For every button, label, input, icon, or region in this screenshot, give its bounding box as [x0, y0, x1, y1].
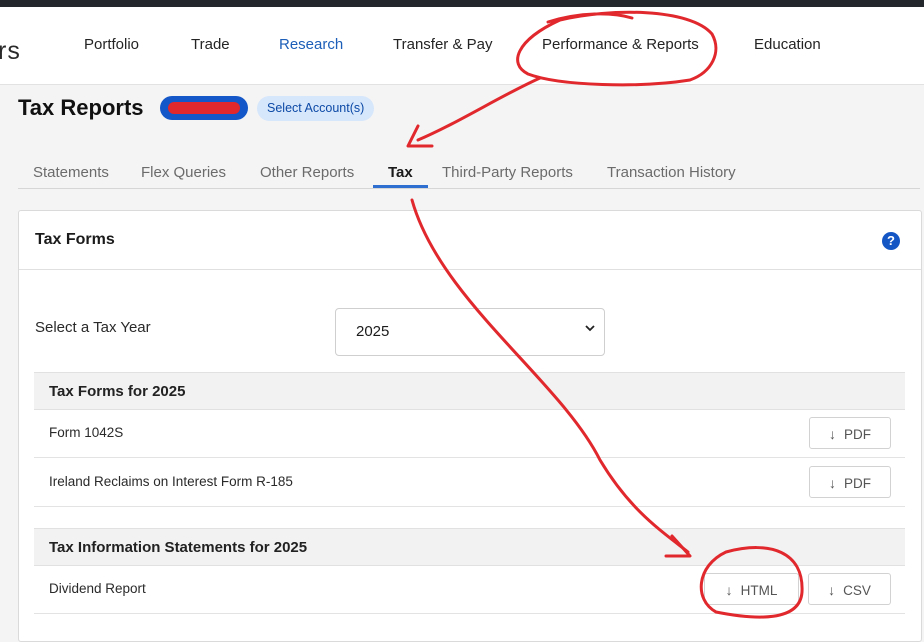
main-nav: rs Portfolio Trade Research Transfer & P… — [0, 7, 924, 85]
card-header: Tax Forms ? — [19, 211, 921, 270]
select-accounts-button[interactable]: Select Account(s) — [257, 96, 375, 121]
download-csv-button[interactable]: ↓ CSV — [808, 573, 891, 605]
download-arrow-icon: ↓ — [725, 582, 733, 598]
brand-logo-fragment: rs — [0, 37, 21, 65]
form-label: Form 1042S — [49, 425, 124, 440]
tab-tax[interactable]: Tax — [388, 164, 413, 181]
button-label: PDF — [844, 476, 871, 491]
nav-item-education[interactable]: Education — [754, 36, 821, 53]
card-title: Tax Forms — [35, 231, 115, 248]
table-row: Ireland Reclaims on Interest Form R-185 … — [34, 458, 905, 507]
active-tab-underline — [373, 185, 428, 188]
account-pill-redacted[interactable] — [160, 96, 248, 120]
download-pdf-button[interactable]: ↓ PDF — [809, 466, 891, 498]
report-label: Dividend Report — [49, 581, 146, 596]
tab-flex-queries[interactable]: Flex Queries — [141, 164, 226, 181]
download-arrow-icon: ↓ — [829, 475, 836, 491]
redaction-scribble — [168, 102, 240, 114]
form-label: Ireland Reclaims on Interest Form R-185 — [49, 474, 293, 489]
nav-item-research[interactable]: Research — [279, 36, 343, 53]
top-dark-bar — [0, 0, 924, 7]
tab-transaction-history[interactable]: Transaction History — [607, 164, 736, 181]
chevron-down-icon — [584, 321, 596, 337]
tax-year-select[interactable]: 2025 — [335, 308, 605, 356]
button-label: PDF — [844, 427, 871, 442]
download-arrow-icon: ↓ — [828, 582, 836, 598]
download-arrow-icon: ↓ — [829, 426, 836, 442]
section-header-tax-info-statements: Tax Information Statements for 2025 — [34, 528, 905, 566]
download-pdf-button[interactable]: ↓ PDF — [809, 417, 891, 449]
tab-statements[interactable]: Statements — [33, 164, 109, 181]
table-row: Form 1042S ↓ PDF — [34, 409, 905, 458]
download-html-button[interactable]: ↓ HTML — [704, 573, 799, 605]
help-question-icon[interactable]: ? — [882, 232, 900, 250]
tax-year-label: Select a Tax Year — [35, 319, 151, 336]
nav-item-transfer-pay[interactable]: Transfer & Pay — [393, 36, 492, 53]
nav-item-trade[interactable]: Trade — [191, 36, 230, 53]
report-tabs: Statements Flex Queries Other Reports Ta… — [18, 150, 920, 189]
section-header-tax-forms: Tax Forms for 2025 — [34, 372, 905, 410]
nav-item-performance-reports[interactable]: Performance & Reports — [542, 36, 699, 53]
nav-item-portfolio[interactable]: Portfolio — [84, 36, 139, 53]
tab-third-party-reports[interactable]: Third-Party Reports — [442, 164, 573, 181]
tab-other-reports[interactable]: Other Reports — [260, 164, 354, 181]
table-row: Dividend Report ↓ HTML ↓ CSV — [34, 565, 905, 614]
button-label: HTML — [740, 583, 778, 598]
section-title: Tax Information Statements for 2025 — [49, 539, 308, 556]
page-title: Tax Reports — [18, 95, 144, 120]
annotation-arrowhead-tax — [406, 124, 434, 148]
button-label: CSV — [843, 583, 871, 598]
annotation-arrow-to-tax-tab — [416, 76, 542, 142]
section-title: Tax Forms for 2025 — [49, 383, 186, 400]
tax-year-value: 2025 — [356, 323, 390, 340]
tax-forms-card: Tax Forms ? Select a Tax Year 2025 Tax F… — [18, 210, 922, 642]
